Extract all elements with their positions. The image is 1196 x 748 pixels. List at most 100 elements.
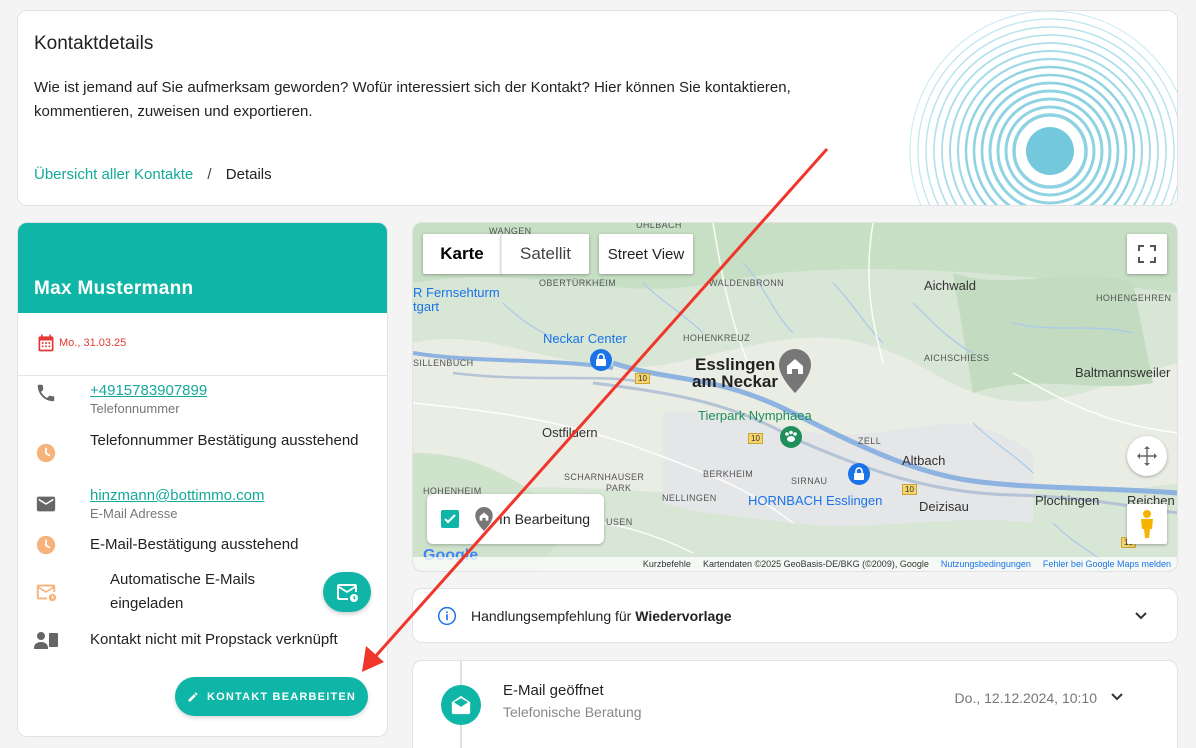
pegman-icon [1141,510,1153,538]
edit-contact-label: KONTAKT BEARBEITEN [206,690,357,703]
propstack-text: Kontakt nicht mit Propstack verknüpft [90,631,338,648]
zoo-pin-icon[interactable] [779,425,803,449]
accordion-title: Handlungsempfehlung für Wiedervorlage [471,608,732,624]
phone-row: +4915783907899 Telefonnummer [34,381,379,417]
map-label: SILLENBUCH [413,358,474,368]
map-label: OBERTÜRKHEIM [539,278,617,288]
legend-checkbox[interactable] [441,510,459,528]
pegman-button[interactable] [1127,504,1167,544]
accordion-title-bold: Wiedervorlage [635,607,732,624]
lock-pin-icon[interactable] [589,348,613,372]
check-icon [444,514,456,524]
keyboard-shortcuts-link[interactable]: Kurzbefehle [643,559,691,569]
email-link[interactable]: hinzmann@bottimmo.com [90,486,264,506]
accordion-title-prefix: Handlungsempfehlung für [471,607,636,624]
road-shield: 10 [748,433,763,444]
activity-timeline: E-Mail geöffnet Telefonische Beratung Do… [412,660,1178,748]
email-schedule-button[interactable] [323,572,371,612]
map-label: SCHARNHAUSER [564,472,645,482]
contact-card: Max Mustermann Mo., 31.03.25 +4915783907… [17,222,388,737]
map-label: HORNBACH Esslingen [748,493,883,508]
chevron-down-icon [1135,612,1147,620]
map-type-satellit[interactable]: Satellit [501,234,589,274]
breadcrumb-link-contacts[interactable]: Übersicht aller Kontakte [34,166,193,183]
clock-icon [34,533,58,557]
mail-schedule-icon [34,580,58,604]
map-label: NELLINGEN [662,493,717,503]
map-label: SIRNAU [791,476,828,486]
terms-link[interactable]: Nutzungsbedingungen [941,559,1031,569]
map-label: Altbach [902,453,946,468]
map-data-credit: Kartendaten ©2025 GeoBasis-DE/BKG (©2009… [702,559,929,569]
pencil-icon [188,692,198,701]
fullscreen-icon [1138,245,1156,263]
timeline-entry-title: E-Mail geöffnet [503,682,604,699]
fullscreen-button[interactable] [1127,234,1167,274]
clock-icon [34,441,58,465]
map-label: PARK [606,483,632,493]
phone-status-text: Telefonnummer Bestätigung ausstehend [90,432,359,449]
map-label: Plochingen [1035,493,1100,508]
map-label: Tierpark Nymphaea [698,408,812,423]
contact-date-text: Mo., 31.03.25 [59,337,127,349]
propstack-row: Kontakt nicht mit Propstack verknüpft [34,628,379,652]
map-label: UHLBACH [636,222,682,230]
contact-header: Max Mustermann [18,223,387,313]
breadcrumb-separator: / [207,166,212,183]
breadcrumb-current: Details [225,166,272,183]
map-legend: In Bearbeitung [427,494,604,544]
page-description: Wie ist jemand auf Sie aufmerksam geword… [34,79,791,120]
lock-pin-icon[interactable] [847,462,871,486]
legend-label: In Bearbeitung [499,511,591,527]
map-label: HOHENGEHREN [1096,293,1172,303]
map-label: AICHSCHIESS [924,353,990,363]
mail-icon [34,492,58,516]
house-marker-icon [475,507,493,531]
house-marker-icon[interactable] [779,349,811,393]
phone-link[interactable]: +4915783907899 [90,381,207,401]
report-error-link[interactable]: Fehler bei Google Maps melden [1043,559,1171,569]
mail-schedule-icon [337,584,358,602]
map-attribution: Kurzbefehle Kartendaten ©2025 GeoBasis-D… [413,557,1177,571]
phone-label: Telefonnummer [90,401,180,416]
map-label: USEN [606,517,633,527]
map[interactable]: WANGEN UHLBACH R Fernsehturm tgart OBERT… [412,222,1178,572]
map-label: Baltmannsweiler [1075,365,1171,380]
email-status-row: E-Mail-Bestätigung ausstehend [34,533,379,557]
map-label: R Fernsehturm [413,285,500,300]
move-icon [1137,446,1157,466]
map-label: WALDENBRONN [709,278,785,288]
divider [18,375,387,376]
timeline-entry-date: Do., 12.12.2024, 10:10 [954,690,1097,706]
map-label: Ostfildern [542,425,598,440]
phone-status-row: Telefonnummer Bestätigung ausstehend [34,429,379,465]
edit-contact-button[interactable]: KONTAKT BEARBEITEN [175,677,368,716]
pan-control-button[interactable] [1127,436,1167,476]
timeline-entry-subtitle: Telefonische Beratung [503,704,642,720]
map-label: BERKHEIM [703,469,754,479]
info-icon [437,606,457,625]
header-card: Kontaktdetails Wie ist jemand auf Sie au… [17,10,1178,206]
street-view-button[interactable]: Street View [599,234,693,274]
map-label: Neckar Center [543,331,627,346]
calendar-icon [38,334,54,352]
contact-name: Max Mustermann [34,278,194,299]
contact-date: Mo., 31.03.25 [36,333,126,353]
road-shield: 10 [635,373,650,384]
chevron-down-icon[interactable] [1109,688,1125,704]
map-label: am Neckar [692,372,779,391]
recommendation-accordion[interactable]: Handlungsempfehlung für Wiedervorlage [412,588,1178,643]
email-label: E-Mail Adresse [90,506,178,521]
map-label: Aichwald [924,278,977,293]
email-opened-icon [441,685,481,725]
page-title: Kontaktdetails [34,33,154,54]
map-label: Deizisau [919,499,969,514]
map-type-karte[interactable]: Karte [423,234,501,274]
breadcrumb: Übersicht aller Kontakte / Details [34,166,272,183]
map-label: HOHENKREUZ [683,333,751,343]
phone-icon [34,381,58,405]
auto-emails-text: Automatische E-Mails eingeladen [110,571,256,612]
email-row: hinzmann@bottimmo.com E-Mail Adresse [34,486,379,522]
contact-card-icon [34,628,58,652]
decorative-rings-graphic [909,11,1177,205]
